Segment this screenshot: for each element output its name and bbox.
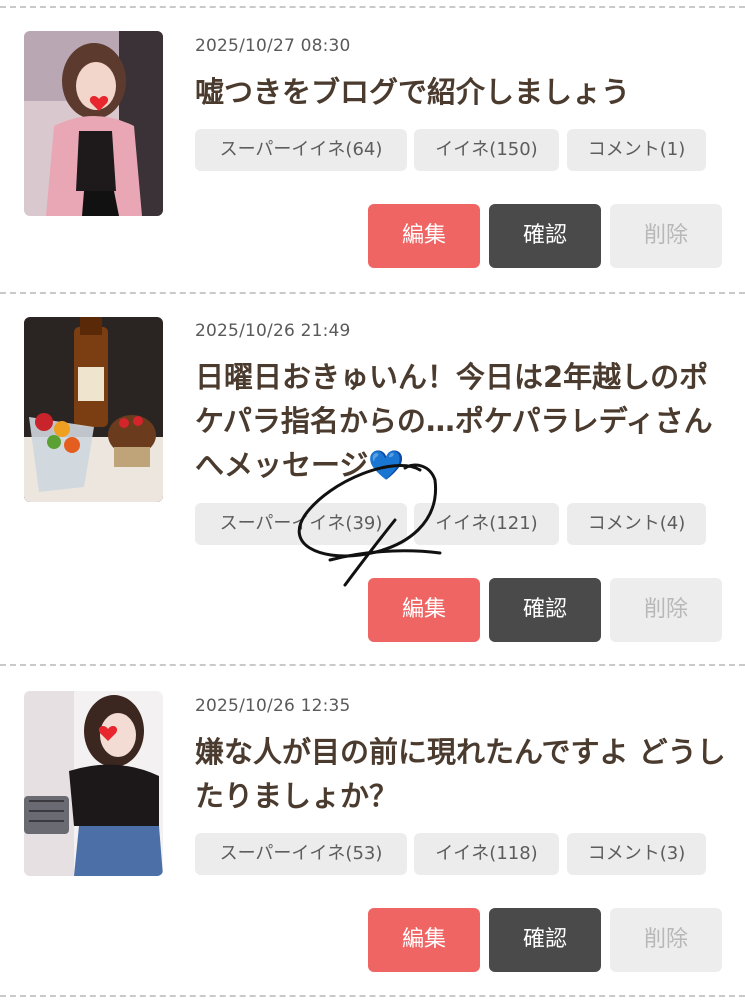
post-date: 2025/10/26 12:35 [195, 696, 351, 716]
post-title[interactable]: 嫌な人が目の前に現れたんですよ どうしたりましょか？ [195, 730, 735, 818]
delete-button[interactable]: 削除 [610, 908, 722, 972]
comment-count: コメント(3) [567, 833, 706, 875]
super-like-count: スーパーイイネ(53) [195, 833, 407, 875]
like-count: イイネ(118) [414, 833, 559, 875]
confirm-button[interactable]: 確認 [489, 908, 601, 972]
divider [0, 995, 745, 997]
blog-post: 2025/10/26 12:35 嫌な人が目の前に現れたんですよ どうしたりまし… [0, 0, 745, 995]
edit-button[interactable]: 編集 [368, 908, 480, 972]
post-thumbnail[interactable] [24, 691, 163, 876]
